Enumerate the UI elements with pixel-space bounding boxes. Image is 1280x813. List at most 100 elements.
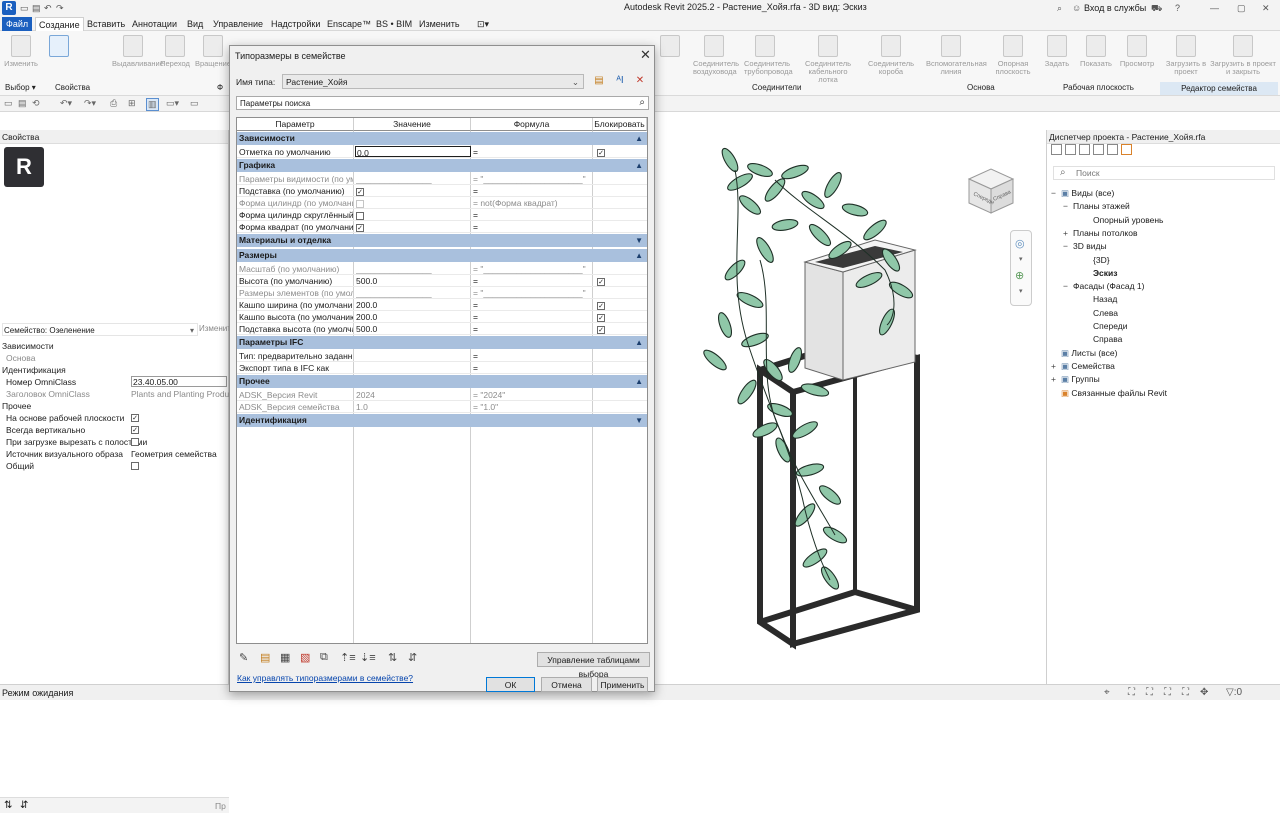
properties-group-header[interactable]: Идентификация (0, 364, 229, 376)
parameter-formula[interactable]: = (473, 350, 591, 362)
select-underlay-icon[interactable]: ⛶ (1146, 687, 1153, 698)
tab-view[interactable]: Вид (184, 17, 206, 31)
schedule-icon[interactable] (1107, 144, 1118, 156)
expand-icon[interactable]: + (1051, 360, 1061, 372)
collapse-icon[interactable]: ▲ (635, 336, 643, 349)
tab-annotate[interactable]: Аннотации (129, 17, 180, 31)
browser-tree-item[interactable]: − ▣ Виды (все) (1051, 187, 1114, 199)
parameter-formula[interactable]: = (473, 299, 591, 311)
checkbox[interactable]: ✓ (597, 277, 605, 286)
parameter-value[interactable]: ________________ (356, 173, 470, 185)
drag-elements-icon[interactable]: ✥ (1200, 687, 1208, 698)
parameter-formula[interactable]: = "_____________________" (473, 263, 591, 275)
parameter-formula[interactable]: = (473, 146, 591, 158)
checkbox[interactable]: ✓ (356, 187, 364, 196)
parameter-row[interactable]: Экспорт типа в IFC как = (237, 362, 647, 374)
checkbox[interactable]: ✓ (597, 301, 605, 310)
browser-tree-item[interactable]: Эскиз (1075, 267, 1117, 279)
browser-tree-item[interactable]: + Планы потолков (1063, 227, 1137, 239)
tab-file[interactable]: Файл (2, 17, 33, 31)
section-icon[interactable] (1079, 144, 1090, 156)
load-and-close-button[interactable]: Загрузить в проект и закрыть (1210, 35, 1276, 76)
delete-parameter-icon[interactable]: ▧ (300, 651, 310, 664)
cancel-button[interactable]: Отмена (541, 677, 592, 692)
parameter-formula[interactable]: = (473, 221, 591, 233)
browser-tree-item[interactable]: − Планы этажей (1063, 200, 1130, 212)
parameter-value-checkbox[interactable] (356, 209, 470, 221)
browser-tree-item[interactable]: ▣ Листы (все) (1051, 347, 1117, 359)
undo-icon[interactable]: ↶ (44, 3, 52, 14)
collapse-icon[interactable]: ▲ (635, 132, 643, 145)
parameter-row[interactable]: Тип: предварительно заданны = (237, 350, 647, 362)
parameter-formula[interactable]: = (473, 362, 591, 374)
align-icon[interactable]: ▭▾ (166, 98, 179, 109)
collapse-icon[interactable]: ▲ (635, 249, 643, 262)
help-link[interactable]: Как управлять типоразмерами в семействе? (237, 673, 413, 683)
lock-checkbox[interactable]: ✓ (597, 299, 605, 311)
project-browser-search[interactable]: ⌕ Поиск (1053, 166, 1275, 180)
set-workplane-button[interactable]: Задать (1042, 35, 1072, 68)
parameter-row[interactable]: Форма цилиндр (по умолчани = not(Форма кв… (237, 197, 647, 209)
property-value[interactable]: 23.40.05.00 (131, 376, 227, 387)
rename-type-icon[interactable]: ᴬI (613, 74, 627, 88)
binoculars-icon[interactable]: ⌕ (1057, 3, 1062, 14)
parameter-group-header[interactable]: Прочее ▲ (237, 375, 647, 388)
parameter-value[interactable]: 500.0 (356, 275, 470, 287)
redo-small-icon[interactable]: ↷▾ (84, 98, 96, 109)
parameter-group-header[interactable]: Материалы и отделка ▼ (237, 234, 647, 247)
parameter-formula[interactable]: = (473, 275, 591, 287)
tab-overflow-icon[interactable]: ⊡▾ (474, 17, 492, 31)
browser-tree-item[interactable]: ▣ Связанные файлы Revit (1051, 387, 1167, 399)
thin-lines-icon[interactable]: ▥ (146, 98, 159, 111)
parameter-row[interactable]: Кашпо ширина (по умолчани 200.0 = ✓ (237, 299, 647, 311)
family-type-selector[interactable]: Семейство: Озеленение ▾ (2, 323, 198, 336)
checkbox[interactable]: ✓ (597, 148, 605, 157)
column-header-value[interactable]: Значение (354, 118, 471, 131)
checkbox[interactable] (356, 199, 364, 208)
parameter-formula[interactable]: = "1.0" (473, 401, 591, 413)
tab-enscape[interactable]: Enscape™ (324, 17, 374, 31)
expand-icon[interactable]: + (1051, 373, 1061, 385)
parameter-value-checkbox[interactable]: ✓ (356, 221, 470, 233)
browser-tree-item[interactable]: {3D} (1075, 254, 1110, 266)
collapse-icon[interactable]: − (1051, 187, 1061, 199)
parameter-row[interactable]: Форма квадрат (по умолчани ✓ = (237, 221, 647, 233)
properties-button[interactable] (44, 35, 74, 60)
browser-tree-item[interactable]: Опорный уровень (1075, 214, 1163, 226)
extrusion-button[interactable]: Выдавливание (112, 35, 164, 68)
restore-icon[interactable]: ▢ (1237, 3, 1246, 14)
select-by-face-icon[interactable]: ⛶ (1182, 687, 1189, 698)
edit-parameter-icon[interactable]: ✎ (239, 651, 248, 664)
collapse-icon[interactable]: ▲ (635, 375, 643, 388)
expand-icon[interactable]: + (1063, 227, 1073, 239)
sync-icon[interactable]: ⟲ (32, 98, 40, 109)
cable-tray-connector-button[interactable]: Соединитель кабельного лотка (800, 35, 856, 84)
cart-icon[interactable]: ⛟ (1151, 3, 1162, 15)
parameter-formula[interactable]: = (473, 323, 591, 335)
browser-tree-item[interactable]: + ▣ Группы (1051, 373, 1100, 385)
revolve-button[interactable]: Вращение (192, 35, 234, 68)
worksets-icon[interactable]: ⌖ (1104, 687, 1110, 698)
parameter-formula[interactable]: = "_____________________" (473, 173, 591, 185)
parameter-value[interactable]: 500.0 (356, 323, 470, 335)
column-header-formula[interactable]: Формула (471, 118, 593, 131)
apply-button[interactable]: Пр (215, 801, 226, 811)
parameter-search-input[interactable]: Параметры поиска ⌕ (236, 96, 649, 110)
type-name-select[interactable]: Растение_Хойя ⌄ (282, 74, 584, 89)
parameter-row[interactable]: Форма цилиндр скруглённый = (237, 209, 647, 221)
sort-descending-icon[interactable]: ⇵ (408, 651, 417, 664)
tab-bs-bim[interactable]: BS • BIM (373, 17, 415, 31)
redo-icon[interactable]: ↷ (56, 3, 64, 14)
property-checkbox[interactable] (131, 438, 139, 446)
new-type-icon[interactable]: ▤ (592, 74, 606, 88)
home-icon[interactable] (1051, 144, 1062, 156)
viewer-button[interactable]: Просмотр (1116, 35, 1158, 68)
link-icon[interactable] (1121, 144, 1132, 156)
lock-checkbox[interactable]: ✓ (597, 275, 605, 287)
parameter-formula[interactable]: = not(Форма квадрат) (473, 197, 591, 209)
open-icon[interactable]: ▭ (20, 3, 29, 14)
parameter-formula[interactable]: = (473, 311, 591, 323)
expand-icon[interactable]: ▼ (635, 234, 643, 247)
parameter-group-header[interactable]: Зависимости ▲ (237, 132, 647, 145)
column-header-parameter[interactable]: Параметр (237, 118, 354, 131)
